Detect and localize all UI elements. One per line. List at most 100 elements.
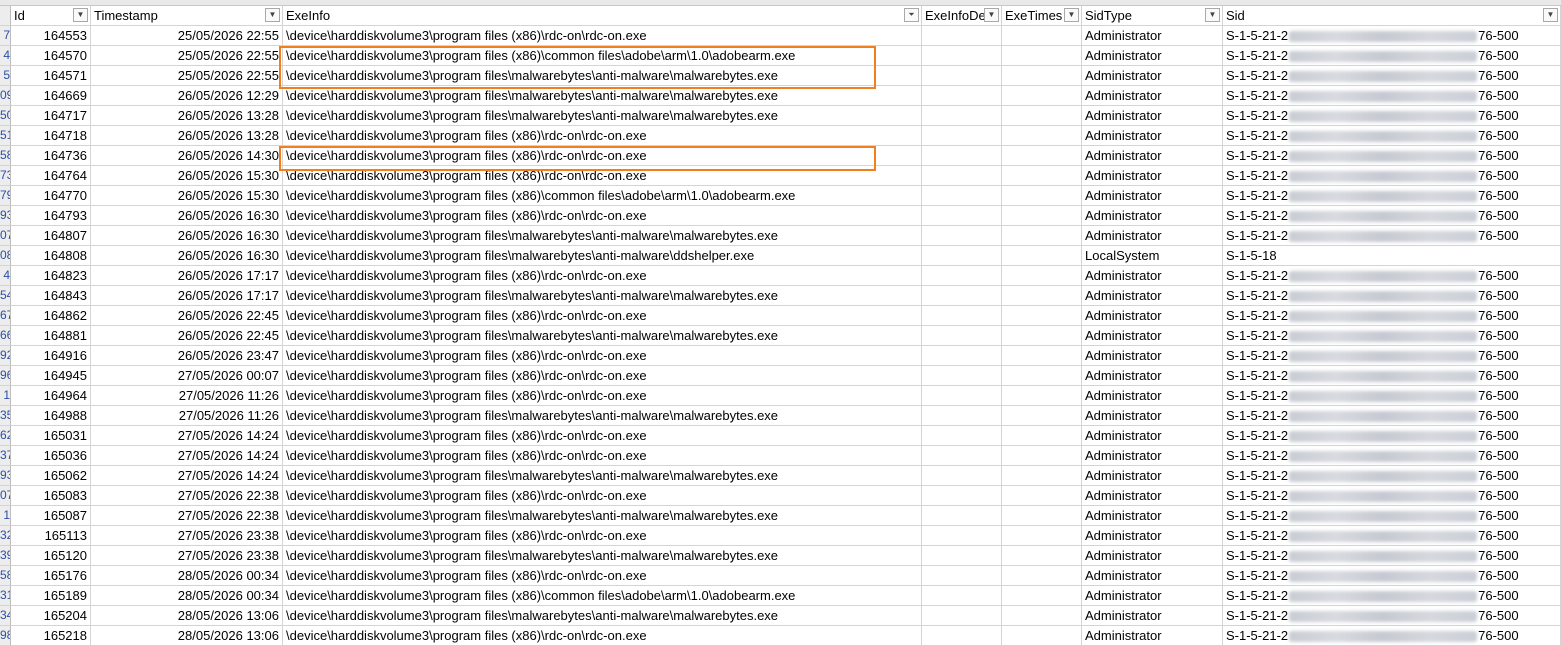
cell-exetimes[interactable]	[1002, 266, 1082, 286]
cell-sid[interactable]: S-1-5-21-2 76-500	[1223, 126, 1561, 146]
cell-exeinfo[interactable]: \device\harddiskvolume3\program files (x…	[283, 486, 922, 506]
cell-exeinfode[interactable]	[922, 226, 1002, 246]
cell-sid[interactable]: S-1-5-21-2 76-500	[1223, 586, 1561, 606]
cell-exeinfo[interactable]: \device\harddiskvolume3\program files\ma…	[283, 106, 922, 126]
cell-id[interactable]: 165062	[11, 466, 91, 486]
cell-sidtype[interactable]: Administrator	[1082, 86, 1223, 106]
cell-exeinfode[interactable]	[922, 566, 1002, 586]
cell-exeinfo[interactable]: \device\harddiskvolume3\program files\ma…	[283, 606, 922, 626]
cell-exeinfode[interactable]	[922, 386, 1002, 406]
filter-dropdown-icon[interactable]: ▼	[1543, 8, 1558, 22]
cell-sid[interactable]: S-1-5-21-2 76-500	[1223, 506, 1561, 526]
cell-exetimes[interactable]	[1002, 46, 1082, 66]
cell-exeinfode[interactable]	[922, 146, 1002, 166]
cell-timestamp[interactable]: 26/05/2026 17:17	[91, 266, 283, 286]
row-number[interactable]: 32	[0, 526, 11, 546]
cell-exeinfode[interactable]	[922, 406, 1002, 426]
cell-exetimes[interactable]	[1002, 526, 1082, 546]
cell-sid[interactable]: S-1-5-21-2 76-500	[1223, 406, 1561, 426]
cell-timestamp[interactable]: 27/05/2026 11:26	[91, 406, 283, 426]
cell-timestamp[interactable]: 26/05/2026 22:45	[91, 306, 283, 326]
cell-exeinfode[interactable]	[922, 26, 1002, 46]
cell-exetimes[interactable]	[1002, 386, 1082, 406]
cell-sid[interactable]: S-1-5-21-2 76-500	[1223, 266, 1561, 286]
cell-exeinfo[interactable]: \device\harddiskvolume3\program files (x…	[283, 206, 922, 226]
cell-sid[interactable]: S-1-5-21-2 76-500	[1223, 166, 1561, 186]
cell-exeinfo[interactable]: \device\harddiskvolume3\program files (x…	[283, 346, 922, 366]
cell-exeinfo[interactable]: \device\harddiskvolume3\program files\ma…	[283, 466, 922, 486]
row-number[interactable]: 1	[0, 506, 11, 526]
cell-exetimes[interactable]	[1002, 486, 1082, 506]
cell-exeinfode[interactable]	[922, 266, 1002, 286]
cell-exeinfo[interactable]: \device\harddiskvolume3\program files (x…	[283, 626, 922, 646]
row-number[interactable]: 4	[0, 266, 11, 286]
cell-timestamp[interactable]: 26/05/2026 14:30	[91, 146, 283, 166]
cell-id[interactable]: 165176	[11, 566, 91, 586]
cell-exeinfode[interactable]	[922, 186, 1002, 206]
cell-exeinfode[interactable]	[922, 106, 1002, 126]
cell-id[interactable]: 165113	[11, 526, 91, 546]
cell-exetimes[interactable]	[1002, 26, 1082, 46]
cell-sidtype[interactable]: Administrator	[1082, 306, 1223, 326]
cell-id[interactable]: 164770	[11, 186, 91, 206]
cell-id[interactable]: 164717	[11, 106, 91, 126]
cell-sid[interactable]: S-1-5-18	[1223, 246, 1561, 266]
filter-dropdown-icon[interactable]: ▼	[1205, 8, 1220, 22]
cell-exetimes[interactable]	[1002, 446, 1082, 466]
cell-sid[interactable]: S-1-5-21-2 76-500	[1223, 306, 1561, 326]
cell-sid[interactable]: S-1-5-21-2 76-500	[1223, 386, 1561, 406]
cell-exeinfo[interactable]: \device\harddiskvolume3\program files (x…	[283, 146, 922, 166]
cell-exeinfode[interactable]	[922, 546, 1002, 566]
cell-exeinfode[interactable]	[922, 486, 1002, 506]
cell-id[interactable]: 164843	[11, 286, 91, 306]
cell-timestamp[interactable]: 26/05/2026 23:47	[91, 346, 283, 366]
row-number[interactable]: 54	[0, 286, 11, 306]
cell-sid[interactable]: S-1-5-21-2 76-500	[1223, 606, 1561, 626]
cell-id[interactable]: 164988	[11, 406, 91, 426]
cell-exeinfode[interactable]	[922, 446, 1002, 466]
cell-timestamp[interactable]: 26/05/2026 16:30	[91, 206, 283, 226]
cell-timestamp[interactable]: 25/05/2026 22:55	[91, 46, 283, 66]
row-number[interactable]: 34	[0, 606, 11, 626]
cell-exeinfode[interactable]	[922, 126, 1002, 146]
cell-exeinfo[interactable]: \device\harddiskvolume3\program files (x…	[283, 386, 922, 406]
cell-timestamp[interactable]: 25/05/2026 22:55	[91, 66, 283, 86]
cell-sidtype[interactable]: Administrator	[1082, 586, 1223, 606]
cell-exeinfo[interactable]: \device\harddiskvolume3\program files (x…	[283, 266, 922, 286]
row-number[interactable]: 5	[0, 66, 11, 86]
row-number[interactable]: 37	[0, 446, 11, 466]
cell-timestamp[interactable]: 28/05/2026 13:06	[91, 606, 283, 626]
cell-id[interactable]: 165218	[11, 626, 91, 646]
cell-exeinfode[interactable]	[922, 46, 1002, 66]
cell-sidtype[interactable]: Administrator	[1082, 566, 1223, 586]
cell-exeinfode[interactable]	[922, 506, 1002, 526]
cell-sidtype[interactable]: Administrator	[1082, 386, 1223, 406]
cell-exetimes[interactable]	[1002, 326, 1082, 346]
row-number[interactable]: 96	[0, 366, 11, 386]
cell-exeinfode[interactable]	[922, 246, 1002, 266]
cell-exeinfo[interactable]: \device\harddiskvolume3\program files (x…	[283, 186, 922, 206]
cell-sid[interactable]: S-1-5-21-2 76-500	[1223, 326, 1561, 346]
filter-dropdown-icon[interactable]: ▼	[984, 8, 999, 22]
cell-id[interactable]: 164718	[11, 126, 91, 146]
cell-sidtype[interactable]: Administrator	[1082, 146, 1223, 166]
cell-exeinfo[interactable]: \device\harddiskvolume3\program files (x…	[283, 26, 922, 46]
cell-sid[interactable]: S-1-5-21-2 76-500	[1223, 626, 1561, 646]
cell-timestamp[interactable]: 25/05/2026 22:55	[91, 26, 283, 46]
cell-timestamp[interactable]: 26/05/2026 15:30	[91, 186, 283, 206]
cell-exeinfo[interactable]: \device\harddiskvolume3\program files (x…	[283, 366, 922, 386]
row-number[interactable]: 7	[0, 26, 11, 46]
cell-timestamp[interactable]: 28/05/2026 00:34	[91, 566, 283, 586]
cell-timestamp[interactable]: 27/05/2026 11:26	[91, 386, 283, 406]
cell-sidtype[interactable]: Administrator	[1082, 186, 1223, 206]
cell-exetimes[interactable]	[1002, 186, 1082, 206]
filter-dropdown-icon[interactable]: ▼	[265, 8, 280, 22]
cell-exeinfode[interactable]	[922, 326, 1002, 346]
row-number[interactable]: 79	[0, 186, 11, 206]
cell-exetimes[interactable]	[1002, 86, 1082, 106]
cell-sidtype[interactable]: Administrator	[1082, 206, 1223, 226]
cell-sid[interactable]: S-1-5-21-2 76-500	[1223, 466, 1561, 486]
cell-sidtype[interactable]: Administrator	[1082, 606, 1223, 626]
row-number[interactable]: 50	[0, 106, 11, 126]
cell-sid[interactable]: S-1-5-21-2 76-500	[1223, 426, 1561, 446]
